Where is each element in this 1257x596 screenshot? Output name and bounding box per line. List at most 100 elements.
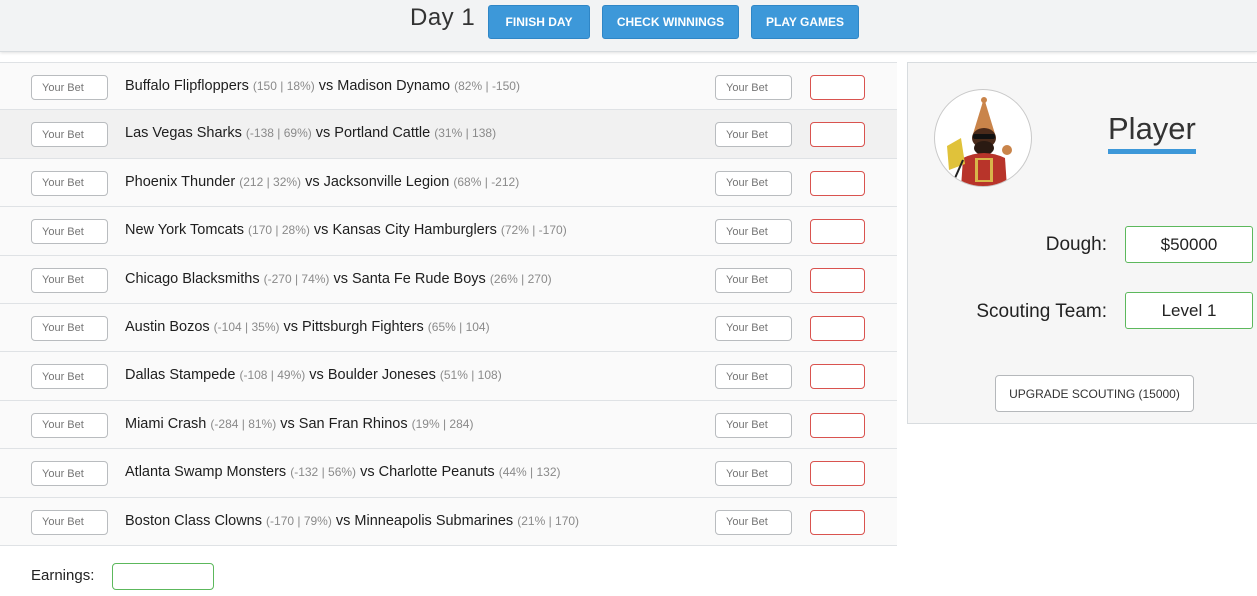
- game-row: Buffalo Flipfloppers (150 | 18%) vs Madi…: [0, 62, 897, 111]
- bet-input-team1[interactable]: [31, 75, 108, 100]
- player-avatar: [934, 89, 1032, 187]
- matchup: Chicago Blacksmiths (-270 | 74%) vs Sant…: [125, 271, 552, 287]
- team2-odds: (65% | 104): [427, 319, 490, 334]
- team2-name: Portland Cattle: [334, 125, 431, 142]
- team2-name: Jacksonville Legion: [323, 173, 450, 190]
- player-name: Player: [1108, 111, 1196, 154]
- team1-name: Dallas Stampede: [125, 367, 236, 384]
- team2-odds: (21% | 170): [517, 513, 580, 528]
- result-box: [810, 75, 865, 100]
- team1-odds: (-104 | 35%): [213, 319, 280, 334]
- team2-odds: (31% | 138): [434, 126, 497, 141]
- result-box: [810, 170, 865, 196]
- result-box: [810, 315, 865, 341]
- team1-odds: (150 | 18%): [252, 79, 315, 93]
- vs-label: vs: [283, 318, 299, 335]
- result-box: [810, 461, 865, 487]
- bet-input-team1[interactable]: [31, 267, 108, 293]
- dough-label: Dough:: [1045, 234, 1107, 255]
- bet-input-team2[interactable]: [715, 364, 792, 390]
- team1-name: Las Vegas Sharks: [125, 125, 242, 142]
- vs-label: vs: [318, 78, 334, 94]
- team1-odds: (170 | 28%): [248, 223, 310, 238]
- bet-input-team2[interactable]: [715, 75, 792, 100]
- bet-input-team1[interactable]: [31, 461, 108, 487]
- bet-input-team2[interactable]: [715, 267, 792, 293]
- team1-name: Austin Bozos: [125, 318, 210, 335]
- day-title: Day 1: [410, 4, 476, 31]
- game-row: Las Vegas Sharks (-138 | 69%) vs Portlan…: [0, 110, 897, 159]
- check-winnings-button[interactable]: CHECK WINNINGS: [602, 5, 739, 39]
- dough-value: $50000: [1125, 226, 1253, 263]
- team1-name: Boston Class Clowns: [125, 512, 262, 529]
- result-box: [810, 364, 865, 390]
- bet-input-team2[interactable]: [715, 219, 792, 245]
- bet-input-team2[interactable]: [715, 461, 792, 487]
- team2-odds: (82% | -150): [454, 79, 520, 93]
- team2-odds: (26% | 270): [489, 271, 552, 286]
- matchup: Boston Class Clowns (-170 | 79%) vs Minn…: [125, 513, 579, 529]
- bet-input-team2[interactable]: [715, 122, 792, 148]
- result-box: [810, 122, 865, 148]
- upgrade-scouting-button[interactable]: UPGRADE SCOUTING (15000): [995, 375, 1194, 412]
- vs-label: vs: [309, 367, 324, 384]
- matchup: Las Vegas Sharks (-138 | 69%) vs Portlan…: [125, 125, 496, 141]
- team1-odds: (212 | 32%): [239, 174, 302, 189]
- result-box: [810, 412, 865, 438]
- matchup: Phoenix Thunder (212 | 32%) vs Jacksonvi…: [125, 174, 519, 190]
- bet-input-team1[interactable]: [31, 170, 108, 196]
- team1-odds: (-138 | 69%): [245, 126, 312, 141]
- game-row: Austin Bozos (-104 | 35%) vs Pittsburgh …: [0, 303, 897, 353]
- top-bar: Day 1 FINISH DAY CHECK WINNINGS PLAY GAM…: [0, 0, 1257, 52]
- matchup: Miami Crash (-284 | 81%) vs San Fran Rhi…: [125, 416, 473, 432]
- bet-input-team1[interactable]: [31, 364, 108, 390]
- team1-name: Phoenix Thunder: [125, 173, 236, 190]
- bet-input-team2[interactable]: [715, 412, 792, 438]
- game-row: Miami Crash (-284 | 81%) vs San Fran Rhi…: [0, 400, 897, 450]
- games-list: Buffalo Flipfloppers (150 | 18%) vs Madi…: [0, 62, 897, 546]
- bet-input-team1[interactable]: [31, 412, 108, 438]
- vs-label: vs: [335, 512, 351, 529]
- team2-name: Santa Fe Rude Boys: [351, 270, 486, 287]
- finish-day-button[interactable]: FINISH DAY: [488, 5, 590, 39]
- team2-odds: (44% | 132): [498, 465, 561, 480]
- bet-input-team2[interactable]: [715, 509, 792, 535]
- matchup: Austin Bozos (-104 | 35%) vs Pittsburgh …: [125, 319, 490, 335]
- result-box: [810, 219, 865, 245]
- team1-name: Atlanta Swamp Monsters: [125, 464, 287, 481]
- team1-odds: (-108 | 49%): [239, 368, 306, 383]
- team1-name: Chicago Blacksmiths: [125, 270, 260, 287]
- result-box: [810, 509, 865, 535]
- team2-name: San Fran Rhinos: [298, 415, 408, 432]
- game-row: Atlanta Swamp Monsters (-132 | 56%) vs C…: [0, 449, 897, 498]
- vs-label: vs: [333, 270, 348, 287]
- scouting-team-label: Scouting Team:: [976, 301, 1107, 322]
- game-row: New York Tomcats (170 | 28%) vs Kansas C…: [0, 207, 897, 256]
- game-row: Boston Class Clowns (-170 | 79%) vs Minn…: [0, 497, 897, 546]
- matchup: Dallas Stampede (-108 | 49%) vs Boulder …: [125, 367, 502, 383]
- team1-odds: (-284 | 81%): [210, 416, 277, 431]
- team1-odds: (-132 | 56%): [290, 465, 357, 480]
- team1-odds: (-270 | 74%): [263, 271, 330, 286]
- vs-label: vs: [280, 415, 295, 432]
- team1-name: Buffalo Flipfloppers: [125, 78, 249, 94]
- game-row: Chicago Blacksmiths (-270 | 74%) vs Sant…: [0, 255, 897, 304]
- vs-label: vs: [305, 173, 320, 190]
- team2-name: Madison Dynamo: [337, 78, 451, 94]
- vs-label: vs: [360, 464, 375, 481]
- bet-input-team2[interactable]: [715, 170, 792, 196]
- bet-input-team2[interactable]: [715, 315, 792, 341]
- play-games-button[interactable]: PLAY GAMES: [751, 5, 859, 39]
- team2-odds: (51% | 108): [439, 368, 502, 383]
- bet-input-team1[interactable]: [31, 509, 108, 535]
- bet-input-team1[interactable]: [31, 122, 108, 148]
- team2-name: Boulder Joneses: [327, 367, 436, 384]
- team2-name: Minneapolis Submarines: [354, 512, 514, 529]
- result-box: [810, 267, 865, 293]
- team2-odds: (19% | 284): [411, 416, 474, 431]
- vs-label: vs: [313, 222, 329, 239]
- bet-input-team1[interactable]: [31, 219, 108, 245]
- matchup: New York Tomcats (170 | 28%) vs Kansas C…: [125, 222, 567, 238]
- bet-input-team1[interactable]: [31, 315, 108, 341]
- player-panel: Player Dough: $50000 Scouting Team: Leve…: [907, 62, 1257, 424]
